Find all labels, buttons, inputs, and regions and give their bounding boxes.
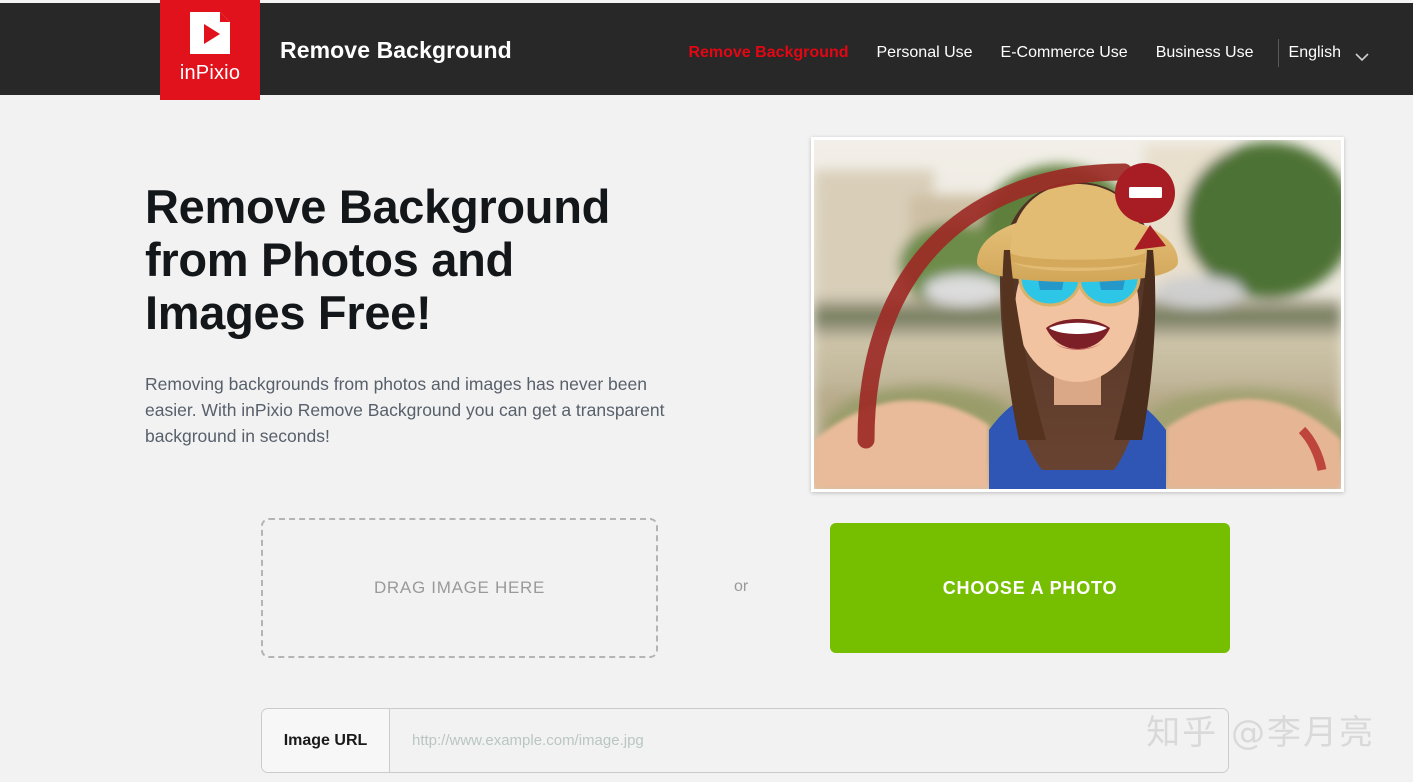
hero-heading-line-2: from Photos and [145, 233, 514, 286]
chevron-down-icon [1355, 49, 1369, 61]
inpixio-logo[interactable]: inPixio [160, 0, 260, 100]
nav-item-business-use[interactable]: Business Use [1142, 41, 1268, 65]
logo-wordmark: inPixio [179, 62, 241, 84]
image-url-bar: Image URL [261, 708, 1229, 773]
hero-description: Removing backgrounds from photos and ima… [145, 374, 665, 446]
hero-heading-line-1: Remove Background [145, 180, 611, 233]
page-root: inPixio Remove Background Remove Backgro… [0, 0, 1413, 782]
inpixio-play-document-icon [186, 10, 234, 58]
main-nav: Remove Background Personal Use E-Commerc… [674, 39, 1373, 67]
nav-item-remove-background[interactable]: Remove Background [674, 41, 862, 65]
hero-heading: Remove Background from Photos and Images… [145, 180, 765, 339]
nav-item-ecommerce-use[interactable]: E-Commerce Use [987, 41, 1142, 65]
hero-photo [811, 137, 1344, 492]
nav-divider [1277, 39, 1279, 67]
site-header: inPixio Remove Background Remove Backgro… [0, 0, 1413, 100]
hero-heading-line-3: Images Free! [145, 286, 432, 339]
drag-image-dropzone[interactable]: DRAG IMAGE HERE [261, 518, 658, 658]
image-url-input[interactable] [390, 709, 1228, 772]
page-title: Remove Background [280, 37, 512, 63]
image-url-label: Image URL [262, 709, 390, 772]
nav-item-personal-use[interactable]: Personal Use [863, 41, 987, 65]
language-label: English [1288, 44, 1341, 61]
language-selector[interactable]: English [1289, 44, 1373, 62]
dropzone-label: DRAG IMAGE HERE [373, 578, 546, 597]
watermark: 知乎 @李月亮 [1146, 713, 1375, 753]
or-separator-label: or [734, 578, 749, 595]
choose-a-photo-button[interactable]: CHOOSE A PHOTO [830, 523, 1230, 653]
